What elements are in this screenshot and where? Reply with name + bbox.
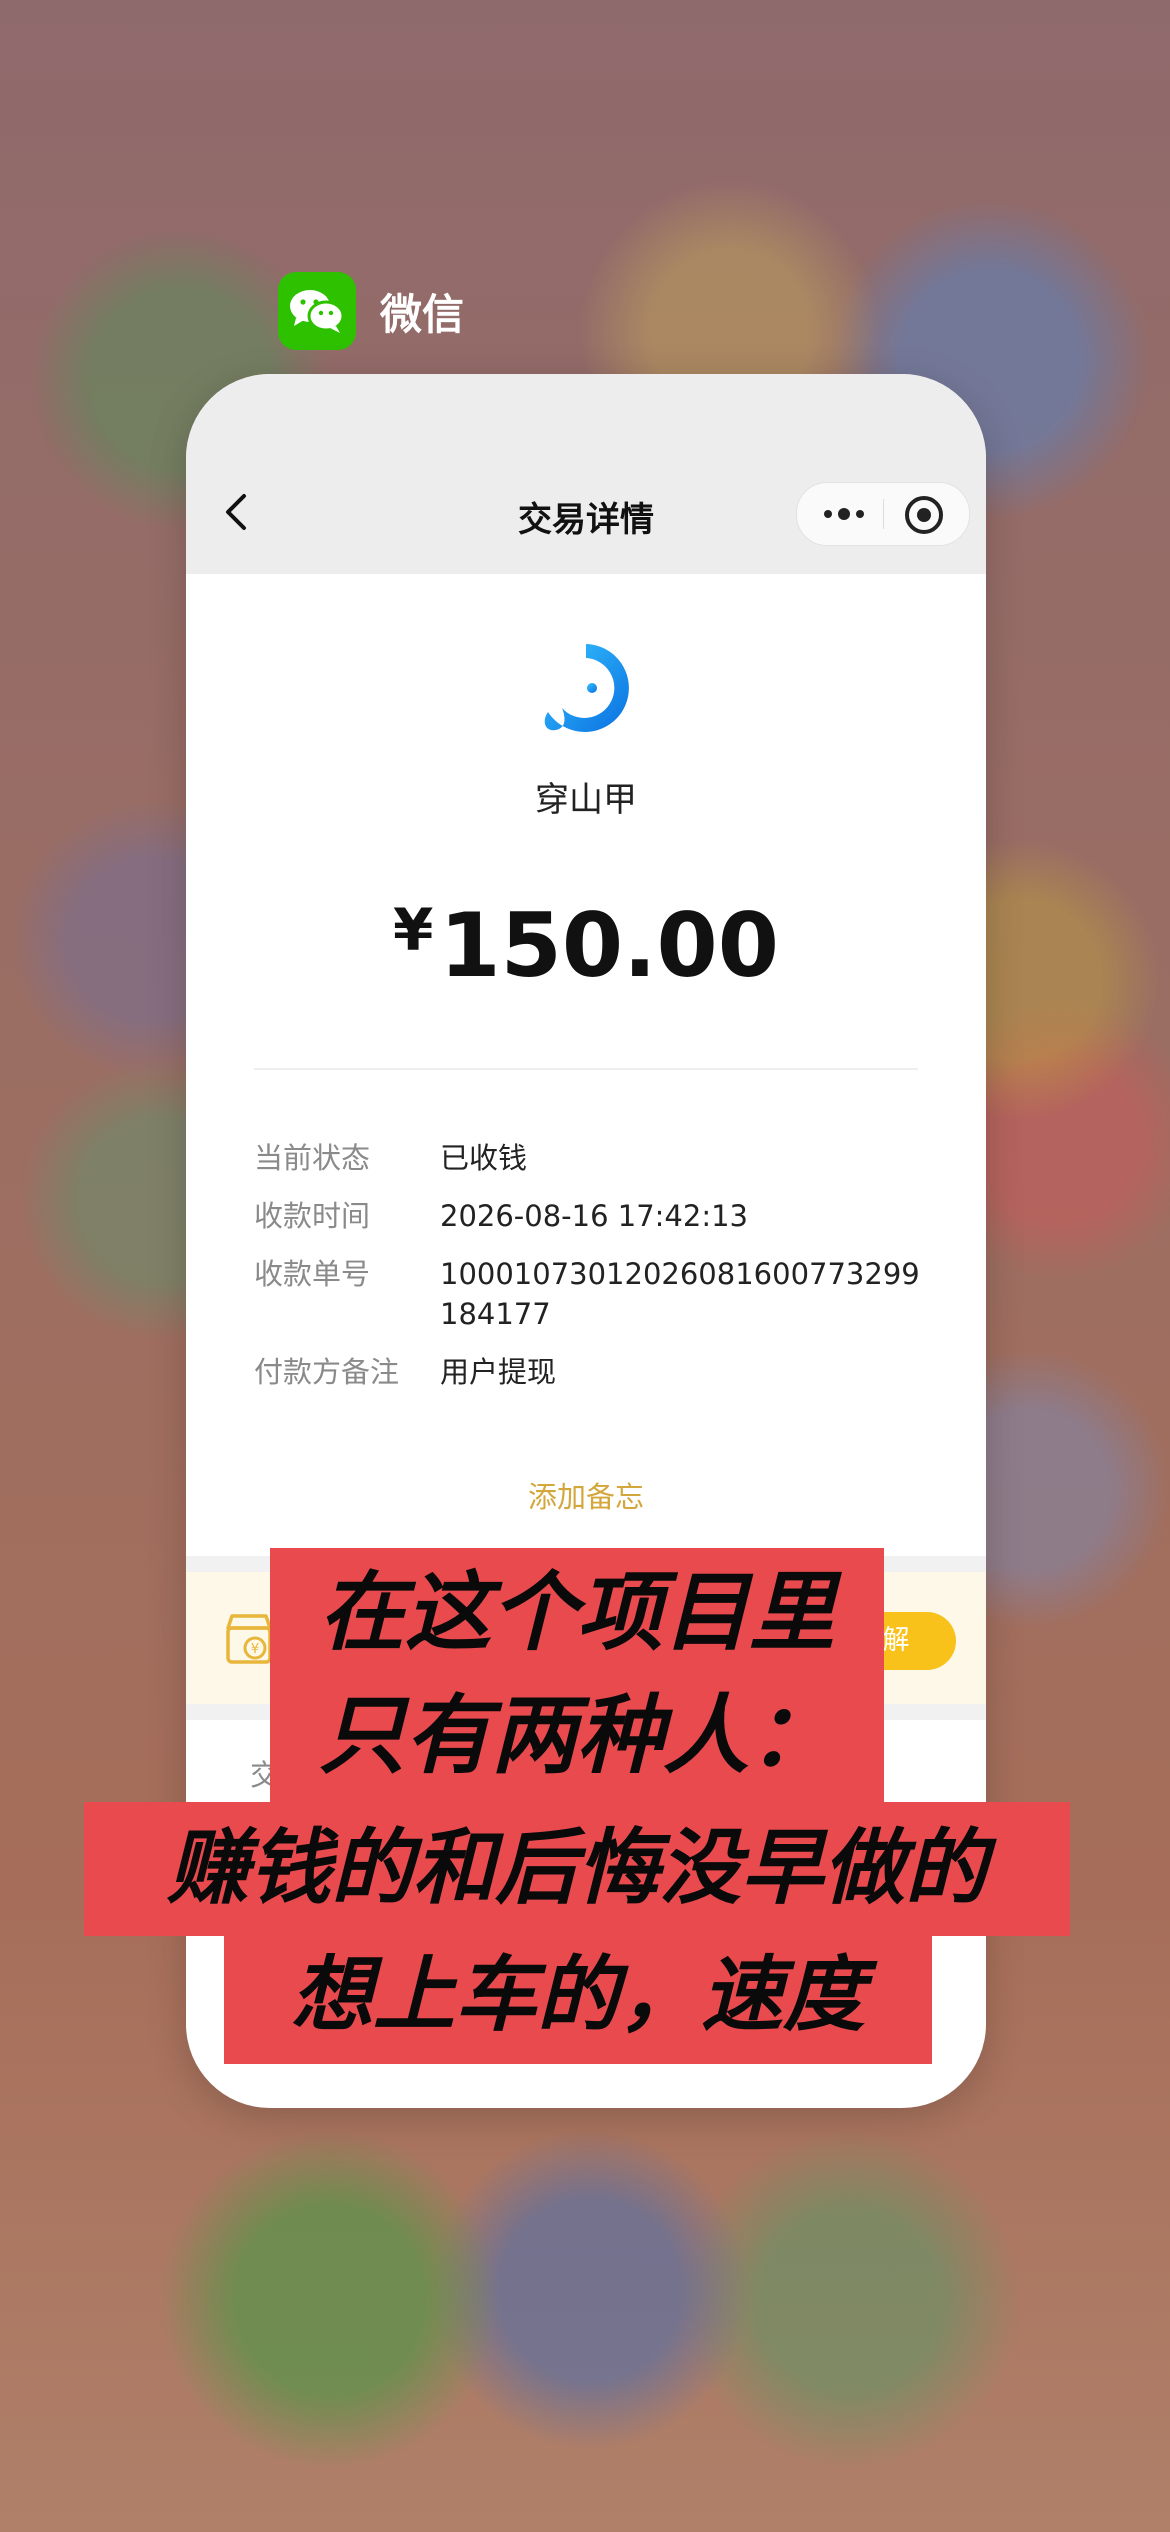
detail-label: 当前状态 [254, 1141, 371, 1175]
detail-value: 10001073012026081600773299184177 [440, 1257, 920, 1331]
detail-row-payer-note: 付款方备注 用户提现 [254, 1352, 934, 1392]
add-memo-link[interactable]: 添加备忘 [186, 1474, 986, 1516]
merchant-logo [536, 638, 636, 738]
divider [254, 1068, 918, 1070]
caption-line-1: 在这个项目里 [270, 1548, 884, 1678]
caption-line-2: 只有两种人： [270, 1674, 884, 1804]
caption-line-4: 想上车的，速度 [224, 1932, 932, 2064]
detail-list: 当前状态 已收钱 收款时间 2026-08-16 17:42:13 收款单号 1… [254, 1138, 934, 1410]
detail-row-status: 当前状态 已收钱 [254, 1138, 934, 1178]
detail-label: 收款时间 [254, 1199, 371, 1233]
more-dots-icon[interactable] [809, 483, 879, 545]
detail-label: 收款单号 [254, 1257, 371, 1291]
detail-value: 用户提现 [440, 1355, 557, 1389]
navigation-bar: 交易详情 [186, 374, 986, 574]
svg-text:¥: ¥ [251, 1642, 259, 1657]
record-circle-icon[interactable] [905, 496, 943, 534]
caption-line-3: 赚钱的和后悔没早做的 [84, 1802, 1070, 1936]
detail-row-time: 收款时间 2026-08-16 17:42:13 [254, 1196, 934, 1236]
merchant-name: 穿山甲 [535, 780, 637, 820]
app-name: 微信 [380, 289, 465, 339]
detail-row-order-number: 收款单号 10001073012026081600773299184177 [254, 1254, 934, 1334]
shop-coin-icon: ¥ [222, 1610, 276, 1668]
app-switcher-label[interactable]: 微信 [278, 272, 464, 350]
mini-program-capsule [796, 482, 970, 546]
wechat-icon [278, 272, 356, 350]
detail-value: 2026-08-16 17:42:13 [440, 1199, 748, 1233]
amount-value: 150.00 [439, 894, 779, 997]
amount-display: ¥150.00 [186, 894, 986, 997]
currency-symbol: ¥ [393, 896, 434, 964]
detail-label: 付款方备注 [254, 1355, 400, 1389]
detail-value: 已收钱 [440, 1141, 528, 1175]
capsule-divider [883, 499, 884, 529]
